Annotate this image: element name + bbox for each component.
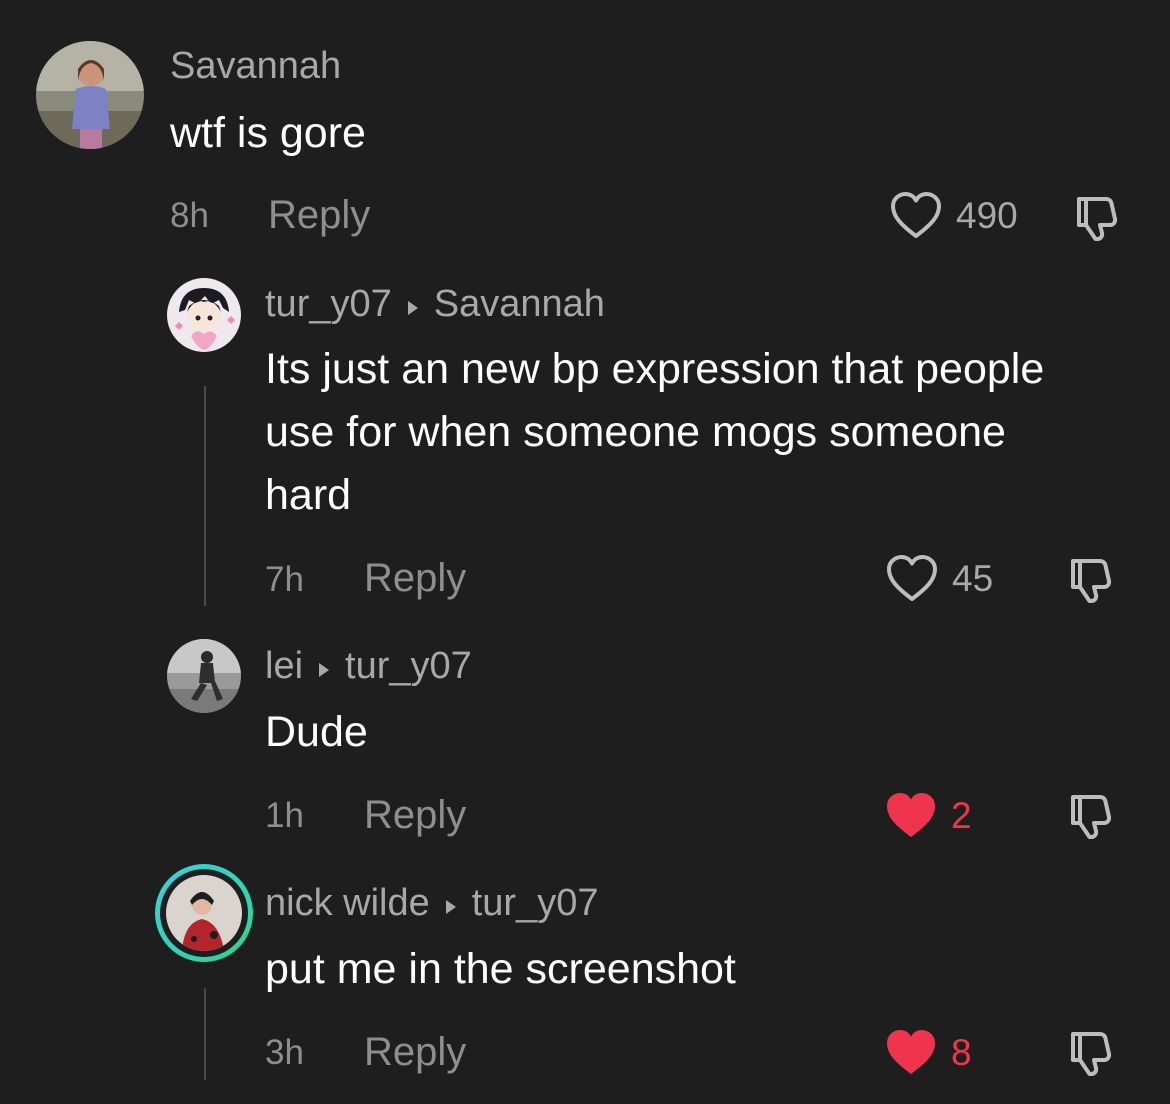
reply-button[interactable]: Reply (364, 793, 466, 838)
like-count: 8 (951, 1032, 972, 1073)
comment-text: Dude (265, 708, 368, 756)
timestamp: 1h (265, 796, 304, 835)
timestamp: 3h (265, 1033, 304, 1072)
heart-filled-icon (887, 793, 935, 837)
like-button[interactable]: 2 (885, 792, 972, 840)
username: nick wilde tur_y07 (265, 882, 598, 926)
author-name[interactable]: nick wilde (265, 882, 430, 924)
avatar (166, 875, 242, 951)
like-count: 490 (956, 195, 1018, 236)
reply-button[interactable]: Reply (364, 1030, 466, 1075)
username[interactable]: Savannah (170, 45, 341, 88)
comment-text: wtf is gore (170, 109, 366, 157)
like-button[interactable]: 490 (890, 192, 1018, 240)
thumbs-down-icon (1071, 559, 1112, 603)
reply-button[interactable]: Reply (268, 193, 370, 238)
comment-text: Its just an new bp expression that peopl… (265, 345, 1045, 519)
reply-button[interactable]: Reply (364, 556, 466, 601)
heart-filled-icon (887, 1030, 935, 1074)
thread-line (204, 988, 206, 1080)
avatar[interactable] (167, 639, 241, 713)
like-count: 45 (952, 558, 994, 599)
thumbs-down-icon (1071, 1032, 1112, 1076)
like-button[interactable]: 8 (885, 1029, 972, 1077)
thread-line (204, 386, 206, 606)
author-name[interactable]: lei (265, 645, 303, 687)
username: lei tur_y07 (265, 645, 472, 689)
avatar[interactable] (36, 41, 144, 149)
heart-outline-icon (887, 555, 937, 601)
story-ring[interactable] (155, 864, 253, 962)
dislike-button[interactable] (1066, 792, 1118, 845)
like-button[interactable]: 45 (886, 555, 993, 603)
comment-text: put me in the screenshot (265, 945, 736, 993)
author-name[interactable]: tur_y07 (265, 283, 392, 325)
timestamp: 8h (170, 196, 209, 235)
thumbs-down-icon (1077, 197, 1118, 241)
reply-arrow-icon (406, 284, 420, 327)
reply-target-name[interactable]: Savannah (434, 283, 605, 325)
reply-target-name[interactable]: tur_y07 (472, 882, 599, 924)
avatar[interactable] (167, 278, 241, 352)
thumbs-down-icon (1071, 795, 1112, 839)
reply-target-name[interactable]: tur_y07 (345, 645, 472, 687)
reply-arrow-icon (444, 883, 458, 926)
username: tur_y07 Savannah (265, 283, 605, 327)
heart-outline-icon (891, 192, 941, 238)
dislike-button[interactable] (1072, 194, 1124, 247)
like-count: 2 (951, 795, 972, 836)
dislike-button[interactable] (1066, 556, 1118, 609)
dislike-button[interactable] (1066, 1029, 1118, 1082)
reply-arrow-icon (317, 646, 331, 689)
timestamp: 7h (265, 560, 304, 599)
